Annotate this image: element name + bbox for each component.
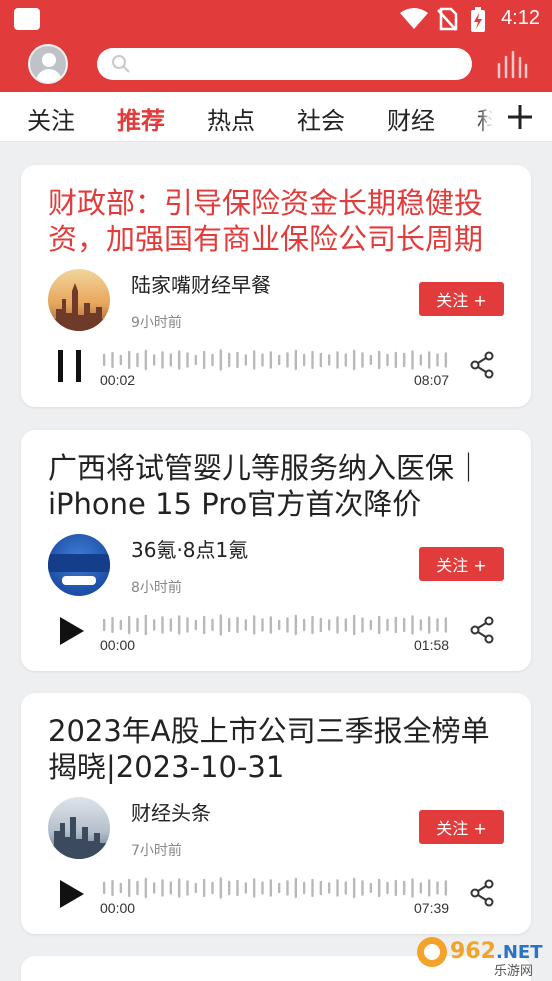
current-time: 00:00 [100, 900, 136, 916]
tab-hot[interactable]: 热点 [207, 101, 255, 136]
share-icon[interactable] [469, 879, 495, 907]
news-title[interactable]: 2023年A股上市公司三季报全榜单揭晓|2023-10-31 [48, 713, 498, 785]
publish-time: 7小时前 [131, 843, 182, 859]
watermark-caption: 乐游网 [494, 964, 533, 978]
wifi-icon [400, 8, 428, 29]
waveform[interactable] [100, 876, 450, 900]
tab-finance[interactable]: 财经 [387, 101, 435, 136]
waveform[interactable] [100, 348, 450, 372]
source-name[interactable]: 36氪·8点1氪 [131, 534, 248, 563]
notification-icon [14, 8, 40, 30]
top-bar: 4:12 [0, 0, 552, 92]
avatar-head [42, 53, 56, 67]
duration: 01:58 [414, 637, 450, 653]
site-watermark: 962 .NET 乐游网 [417, 937, 543, 978]
battery-charging-icon [471, 7, 485, 32]
logo-badge [48, 554, 110, 585]
current-time: 00:00 [100, 637, 136, 653]
search-input[interactable] [97, 48, 472, 80]
source-name[interactable]: 财经头条 [131, 797, 211, 826]
share-icon[interactable] [469, 616, 495, 644]
play-icon[interactable] [54, 613, 88, 649]
watermark-suffix: .NET [496, 942, 543, 963]
play-icon[interactable] [54, 876, 88, 912]
publish-time: 8小时前 [131, 580, 182, 596]
duration: 07:39 [414, 900, 450, 916]
status-bar: 4:12 [0, 0, 552, 38]
follow-button[interactable]: 关注 + [419, 547, 504, 581]
source-thumbnail [48, 269, 110, 331]
news-card[interactable]: 广西将试管婴儿等服务纳入医保｜iPhone 15 Pro官方首次降价 36氪·8… [21, 430, 531, 671]
waveform[interactable] [100, 613, 450, 637]
no-sim-icon [437, 7, 458, 31]
share-icon[interactable] [469, 351, 495, 379]
tab-follow[interactable]: 关注 [27, 101, 75, 136]
watermark-number: 962 [450, 939, 496, 964]
user-avatar[interactable] [28, 44, 68, 84]
news-title[interactable]: 财政部：引导保险资金长期稳健投资，加强国有商业保险公司长周期考核 [48, 185, 498, 257]
avatar-body [36, 69, 62, 82]
duration: 08:07 [414, 372, 450, 388]
skyline-image [48, 283, 110, 331]
status-time: 4:12 [501, 7, 540, 29]
news-card[interactable]: 2023年A股上市公司三季报全榜单揭晓|2023-10-31 财经头条 7小时前… [21, 693, 531, 934]
source-name[interactable]: 陆家嘴财经早餐 [131, 269, 271, 298]
follow-button[interactable]: 关注 + [419, 810, 504, 844]
plus-icon [508, 105, 532, 129]
current-time: 00:02 [100, 372, 136, 388]
search-icon [112, 55, 130, 73]
follow-button[interactable]: 关注 + [419, 282, 504, 316]
tab-recommend[interactable]: 推荐 [117, 101, 165, 136]
add-tab-button[interactable] [492, 92, 552, 141]
city-image [48, 817, 110, 859]
category-tabs: 关注 推荐 热点 社会 财经 科技 [0, 92, 552, 142]
source-thumbnail [48, 797, 110, 859]
news-card[interactable]: 财政部：引导保险资金长期稳健投资，加强国有商业保险公司长周期考核 陆家嘴财经早餐… [21, 165, 531, 407]
audio-bars-icon[interactable] [496, 50, 528, 80]
source-thumbnail [48, 534, 110, 596]
tab-society[interactable]: 社会 [297, 101, 345, 136]
news-title[interactable]: 广西将试管婴儿等服务纳入医保｜iPhone 15 Pro官方首次降价 [48, 450, 498, 522]
publish-time: 9小时前 [131, 315, 182, 331]
pause-icon[interactable] [54, 348, 88, 384]
